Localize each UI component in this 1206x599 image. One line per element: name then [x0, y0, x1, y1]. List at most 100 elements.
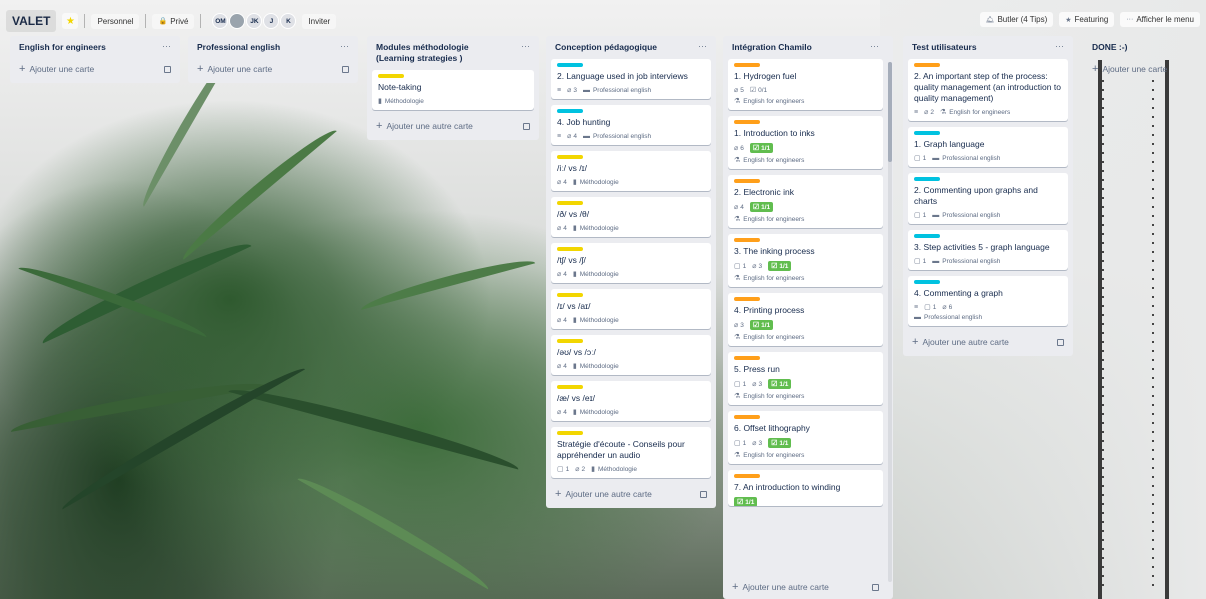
add-card-button[interactable]: + Ajouter une autre carte	[728, 577, 883, 597]
tag-label: Professional english	[942, 211, 1001, 219]
list-menu-icon[interactable]: ···	[162, 42, 171, 51]
team-button[interactable]: Personnel	[91, 13, 140, 29]
add-card-button[interactable]: + Ajouter une carte	[15, 59, 175, 79]
card[interactable]: Stratégie d'écoute - Conseils pour appré…	[551, 427, 711, 478]
comment-icon: ▢	[914, 258, 921, 265]
avatar-photo[interactable]	[229, 13, 246, 29]
card[interactable]: 1. Graph language ▢ 1 ▬ Professional engli…	[908, 127, 1068, 167]
card[interactable]: /æ/ vs /eɪ/ ⌀ 4 ▮ Méthodologie	[551, 381, 711, 421]
card[interactable]: /tʃ/ vs /ʃ/ ⌀ 4 ▮ Méthodologie	[551, 243, 711, 283]
card[interactable]: 1. Introduction to inks ⌀ 6 ☑ 1/1 ⚗ English…	[728, 116, 883, 169]
list-menu-icon[interactable]: ···	[698, 42, 707, 51]
card-badges: ▢ 1 ⌀ 3 ☑ 1/1	[734, 438, 877, 448]
add-card-button[interactable]: + Ajouter une autre carte	[551, 484, 711, 504]
list-title[interactable]: Intégration Chamilo	[732, 42, 812, 53]
card[interactable]: /ð/ vs /θ/ ⌀ 4 ▮ Méthodologie	[551, 197, 711, 237]
card-title: 2. Language used in job interviews	[557, 71, 688, 81]
card-badges: ▢ 1 ▬ Professional english	[914, 154, 1062, 163]
card-badges: ▢ 1 ⌀ 3 ☑ 1/1	[734, 261, 877, 271]
add-card-button[interactable]: + Ajouter une carte	[1088, 59, 1202, 79]
card[interactable]: 4. Commenting a graph ≡ ▢ 1 ⌀ 6 ▬ Professio…	[908, 276, 1068, 326]
list-title[interactable]: English for engineers	[19, 42, 106, 53]
card[interactable]: 2. Language used in job interviews ≡ ⌀ 3 …	[551, 59, 711, 99]
card-badges: ⌀ 4 ▮ Méthodologie	[557, 316, 705, 325]
avatar[interactable]: K	[280, 13, 297, 29]
label-blue	[914, 234, 940, 238]
card[interactable]: 3. The inking process ▢ 1 ⌀ 3 ☑ 1/1 ⚗ Englis…	[728, 234, 883, 287]
card[interactable]: 3. Step activities 5 - graph language ▢ 1…	[908, 230, 1068, 270]
card[interactable]: 1. Hydrogen fuel ⌀ 5 ☑ 0/1 ⚗ English for en…	[728, 59, 883, 110]
card[interactable]: /iː/ vs /ɪ/ ⌀ 4 ▮ Méthodologie	[551, 151, 711, 191]
template-icon[interactable]	[342, 65, 349, 73]
star-icon[interactable]: ★	[62, 13, 79, 29]
card-title: /æ/ vs /eɪ/	[557, 393, 595, 403]
avatar[interactable]: JK	[246, 13, 263, 29]
book-icon: ▮	[591, 466, 595, 473]
featuring-button[interactable]: ★ Featuring	[1059, 12, 1115, 27]
tag-label: Méthodologie	[384, 97, 424, 105]
list-menu-icon[interactable]: ···	[521, 42, 530, 51]
paperclip-icon: ⌀	[924, 109, 929, 116]
tag-label: Professional english	[924, 314, 983, 321]
attachment-badge: ⌀ 3	[752, 380, 762, 389]
list-done: DONE :-) + Ajouter une carte	[1084, 36, 1206, 79]
template-icon[interactable]	[164, 65, 171, 73]
show-menu-button[interactable]: ··· Afficher le menu	[1120, 12, 1200, 27]
template-icon[interactable]	[1057, 338, 1064, 346]
label-orange	[734, 120, 760, 124]
attachment-badge: ⌀ 6	[942, 303, 952, 312]
avatar[interactable]: OM	[212, 13, 229, 29]
checkbox-icon: ☑	[771, 440, 778, 447]
card[interactable]: 2. Electronic ink ⌀ 4 ☑ 1/1 ⚗ English for e…	[728, 175, 883, 228]
add-card-button[interactable]: + Ajouter une autre carte	[372, 116, 534, 136]
attachment-count: 4	[563, 178, 567, 186]
list-menu-icon[interactable]: ···	[340, 42, 349, 51]
list-title[interactable]: Professional english	[197, 42, 280, 53]
card[interactable]: 6. Offset lithography ▢ 1 ⌀ 3 ☑ 1/1 ⚗ Englis…	[728, 411, 883, 464]
list-menu-icon[interactable]: ···	[870, 42, 879, 51]
list-title[interactable]: Modules méthodologie (Learning strategie…	[376, 42, 496, 64]
board-title[interactable]: VALET	[6, 10, 57, 32]
template-icon[interactable]	[872, 583, 879, 591]
card[interactable]: 2. An important step of the process: qua…	[908, 59, 1068, 121]
flask-icon: ⚗	[734, 393, 741, 400]
card[interactable]: 5. Press run ▢ 1 ⌀ 3 ☑ 1/1 ⚗ English for eng…	[728, 352, 883, 405]
add-card-button[interactable]: + Ajouter une carte	[193, 59, 353, 79]
template-icon[interactable]	[523, 122, 530, 130]
visibility-button[interactable]: 🔒 Privé	[152, 13, 195, 29]
card-title: /ð/ vs /θ/	[557, 209, 590, 219]
attachment-badge: ⌀ 4	[557, 224, 567, 233]
card[interactable]: 4. Printing process ⌀ 3 ☑ 1/1 ⚗ English for…	[728, 293, 883, 346]
checkbox-icon: ☑	[737, 499, 744, 506]
butler-button[interactable]: 🛎 Butler (4 Tips)	[979, 12, 1054, 27]
briefcase-icon: ▬	[914, 314, 921, 321]
scrollbar-thumb[interactable]	[888, 62, 892, 162]
card[interactable]: Note-taking ▮ Méthodologie	[372, 70, 534, 110]
add-card-label: Ajouter une carte	[1102, 64, 1168, 74]
invite-button[interactable]: Inviter	[302, 13, 337, 29]
add-card-button[interactable]: + Ajouter une autre carte	[908, 332, 1068, 352]
card[interactable]: 7. An introduction to winding ☑ 1/1	[728, 470, 883, 506]
card[interactable]: /ɪ/ vs /aɪ/ ⌀ 4 ▮ Méthodologie	[551, 289, 711, 329]
card[interactable]: /əʊ/ vs /ɔː/ ⌀ 4 ▮ Méthodologie	[551, 335, 711, 375]
list-scrollbar[interactable]	[888, 62, 892, 582]
card[interactable]: 2. Commenting upon graphs and charts ▢ 1 …	[908, 173, 1068, 224]
list-title[interactable]: Conception pédagogique	[555, 42, 657, 53]
list-title[interactable]: DONE :-)	[1092, 42, 1127, 53]
label-yellow	[557, 293, 583, 297]
card-badges: ≡ ⌀ 2 ⚗ English for engineers	[914, 108, 1062, 117]
card-title: /iː/ vs /ɪ/	[557, 163, 587, 173]
list-menu-icon[interactable]: ···	[1055, 42, 1064, 51]
list-title[interactable]: Test utilisateurs	[912, 42, 977, 53]
card-tag: ▮ Méthodologie	[573, 362, 619, 371]
attachment-badge: ⌀ 5	[734, 86, 744, 95]
card-tag: ▮ Méthodologie	[573, 224, 619, 233]
attachment-badge: ⌀ 4	[557, 316, 567, 325]
avatar[interactable]: J	[263, 13, 280, 29]
tag-label: English for engineers	[743, 392, 805, 400]
checkbox-icon: ☑	[771, 381, 778, 388]
template-icon[interactable]	[700, 490, 707, 498]
card[interactable]: 4. Job hunting ≡ ⌀ 4 ▬ Professional englis…	[551, 105, 711, 145]
card-tag: ⚗ English for engineers	[734, 274, 877, 283]
comment-badge: ▢ 1	[914, 211, 926, 220]
